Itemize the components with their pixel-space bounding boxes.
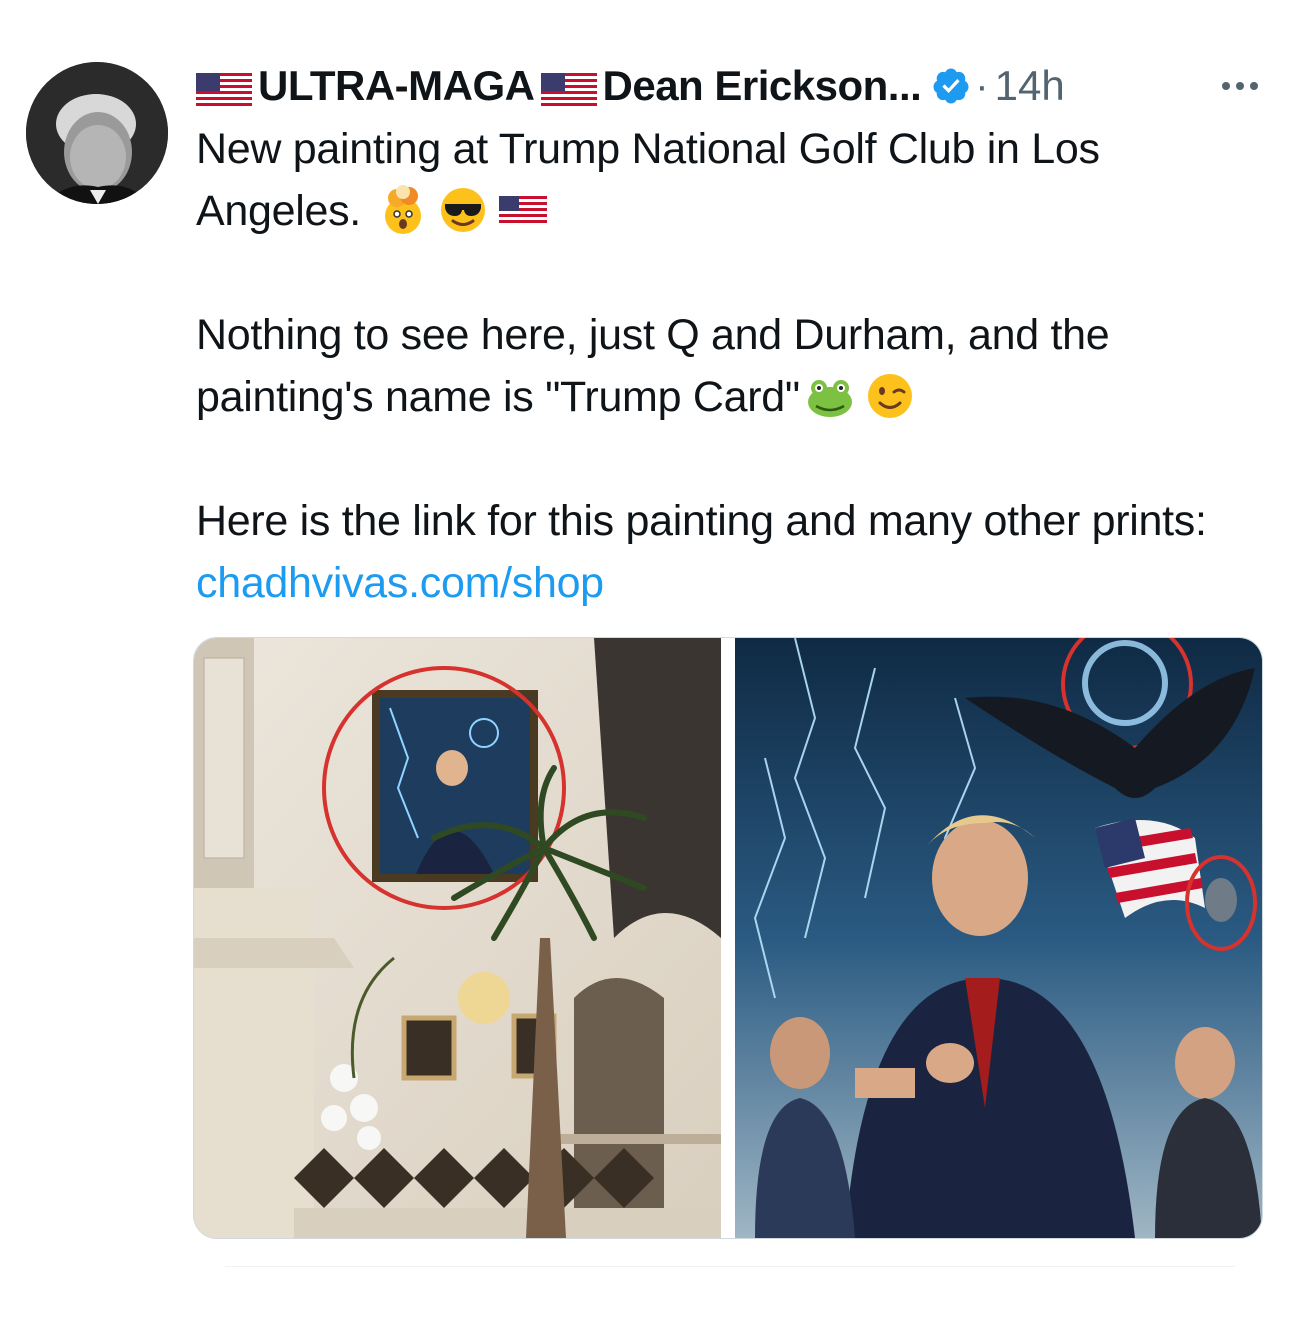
sunglasses-emoji [437, 184, 489, 236]
verified-badge-icon[interactable] [931, 66, 971, 106]
tweet-paragraph-1: New painting at Trump National Golf Club… [196, 118, 1266, 242]
tweet-text: New painting at Trump National Golf Club… [196, 118, 1266, 614]
tweet-text-line2: Nothing to see here, just Q and Durham, … [196, 311, 1110, 421]
tweet-divider [225, 1266, 1235, 1267]
media-image-clubhouse[interactable] [194, 638, 721, 1238]
winking-emoji [864, 370, 916, 422]
tweet-text-line1: New painting at Trump National Golf Club… [196, 125, 1100, 235]
author-name-link[interactable]: ULTRA-MAGA Dean Erickson... [196, 62, 922, 110]
timestamp[interactable]: 14h [995, 62, 1065, 110]
us-flag-emoji [497, 184, 549, 236]
tweet-paragraph-2: Nothing to see here, just Q and Durham, … [196, 304, 1266, 428]
more-options-icon[interactable] [1210, 66, 1270, 106]
media-image-painting[interactable] [735, 638, 1262, 1238]
frog-emoji [804, 370, 856, 422]
us-flag-icon [540, 69, 597, 107]
separator-dot: · [975, 63, 989, 108]
tweet-paragraph-3: Here is the link for this painting and m… [196, 490, 1266, 614]
tweet-text-line3: Here is the link for this painting and m… [196, 497, 1207, 545]
author-name: Dean Erickson... [602, 62, 922, 109]
tweet-header: ULTRA-MAGA Dean Erickson... · 14h [196, 58, 1270, 114]
media-grid [193, 637, 1263, 1239]
avatar-image [26, 62, 168, 204]
us-flag-icon [196, 69, 252, 107]
author-prefix: ULTRA-MAGA [258, 62, 535, 109]
avatar[interactable] [26, 62, 168, 204]
exploding-head-emoji [377, 184, 429, 236]
shop-link[interactable]: chadhvivas.com/shop [196, 559, 604, 607]
